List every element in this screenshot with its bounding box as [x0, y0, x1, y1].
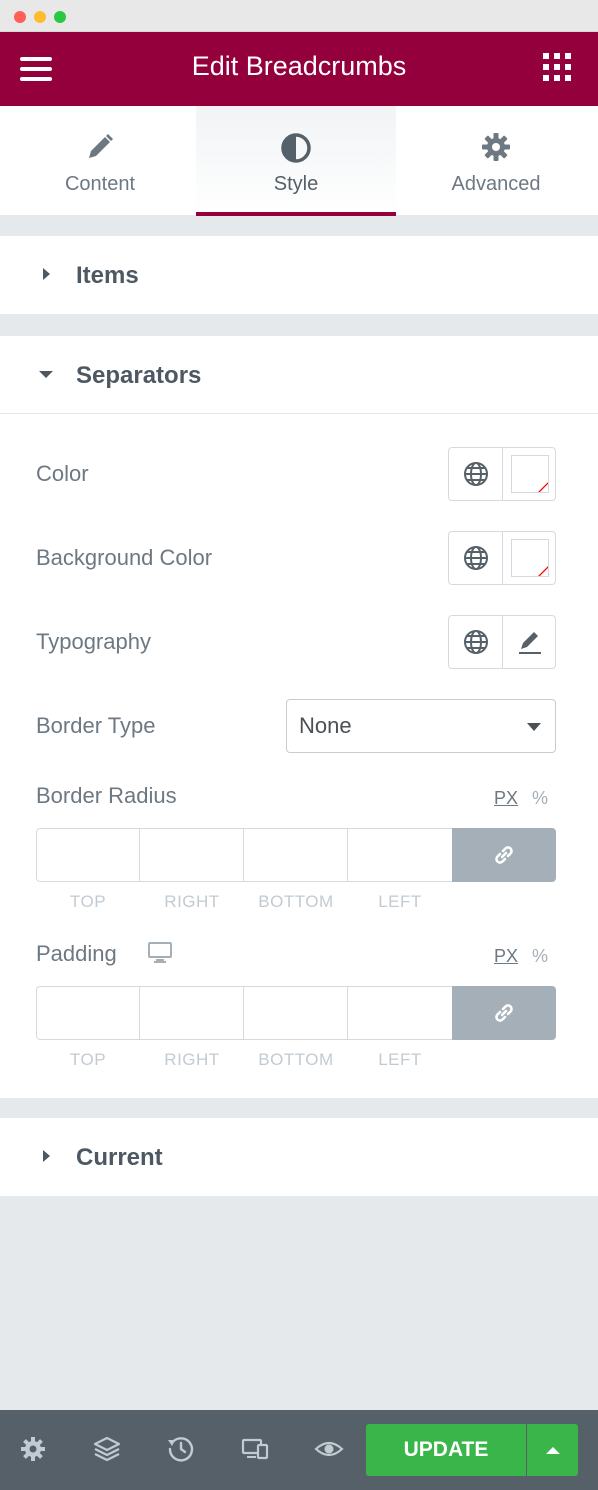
update-button-label: UPDATE — [403, 1438, 489, 1461]
section-items: Items — [0, 236, 598, 314]
padding-bottom-input[interactable] — [243, 986, 348, 1040]
grid-icon[interactable] — [543, 53, 571, 81]
tab-advanced[interactable]: Advanced — [396, 106, 596, 216]
section-current-header[interactable]: Current — [0, 1118, 598, 1196]
section-current: Current — [0, 1118, 598, 1196]
background-color-global-button[interactable] — [449, 532, 503, 584]
border-radius-units: PX % — [494, 787, 554, 809]
empty-color-swatch — [511, 455, 549, 493]
update-options-button[interactable] — [527, 1424, 578, 1476]
typography-label: Typography — [36, 629, 151, 654]
border-type-value: None — [299, 713, 352, 738]
pencil-icon — [519, 632, 541, 654]
link-icon — [495, 1004, 513, 1022]
section-separators-title: Separators — [76, 362, 202, 389]
padding-left-input[interactable] — [347, 986, 453, 1040]
padding-right-label: RIGHT — [164, 1050, 220, 1069]
tab-style[interactable]: Style — [196, 106, 396, 216]
contrast-icon — [196, 132, 396, 164]
panel-header: Edit Breadcrumbs — [0, 32, 598, 106]
border-radius-inputs — [36, 828, 556, 882]
typography-edit-button[interactable] — [503, 616, 557, 668]
typography-global-button[interactable] — [449, 616, 503, 668]
padding-units: PX % — [494, 945, 554, 967]
border-type-select[interactable]: None — [286, 699, 556, 753]
color-label: Color — [36, 461, 89, 486]
panel-footer: UPDATE — [0, 1410, 598, 1490]
padding-left-label: LEFT — [378, 1050, 422, 1069]
border-type-label: Border Type — [36, 713, 156, 738]
padding-label: Padding — [36, 941, 117, 966]
caret-right-icon — [43, 1150, 50, 1162]
minimize-window-button[interactable] — [34, 11, 46, 23]
desktop-icon[interactable] — [148, 942, 172, 964]
globe-icon — [464, 630, 488, 654]
padding-right-input[interactable] — [139, 986, 244, 1040]
unit-percent[interactable]: % — [532, 787, 548, 809]
padding-inputs — [36, 986, 556, 1040]
color-global-button[interactable] — [449, 448, 503, 500]
chevron-down-icon — [527, 723, 541, 731]
section-separators-header[interactable]: Separators — [0, 336, 598, 414]
responsive-icon[interactable] — [240, 1434, 270, 1464]
globe-icon — [464, 462, 488, 486]
typography-control — [448, 615, 556, 669]
caret-up-icon — [546, 1447, 560, 1454]
border-radius-left-label: LEFT — [378, 892, 422, 911]
eye-icon[interactable] — [314, 1434, 344, 1464]
caret-right-icon — [43, 268, 50, 280]
border-radius-left-input[interactable] — [347, 828, 453, 882]
panel-title: Edit Breadcrumbs — [191, 51, 407, 81]
color-control — [448, 447, 556, 501]
border-radius-link-button[interactable] — [452, 828, 556, 882]
caret-down-icon — [39, 371, 53, 378]
section-separators: Separators Color Background Color Typogr… — [0, 336, 598, 1098]
tab-advanced-label: Advanced — [451, 173, 541, 195]
history-icon[interactable] — [166, 1434, 196, 1464]
padding-top-label: TOP — [69, 1050, 107, 1069]
link-icon — [495, 846, 513, 864]
border-radius-right-label: RIGHT — [164, 892, 220, 911]
settings-icon[interactable] — [18, 1434, 48, 1464]
gear-icon — [396, 132, 596, 164]
border-radius-bottom-input[interactable] — [243, 828, 348, 882]
empty-color-swatch — [511, 539, 549, 577]
section-items-header[interactable]: Items — [0, 236, 598, 314]
border-radius-right-input[interactable] — [139, 828, 244, 882]
unit-px[interactable]: PX — [494, 787, 518, 809]
border-radius-bottom-label: BOTTOM — [258, 892, 334, 911]
maximize-window-button[interactable] — [54, 11, 66, 23]
padding-bottom-label: BOTTOM — [258, 1050, 334, 1069]
padding-link-button[interactable] — [452, 986, 556, 1040]
section-items-title: Items — [76, 262, 139, 289]
layers-icon[interactable] — [92, 1434, 122, 1464]
background-color-picker-button[interactable] — [503, 532, 557, 584]
window-titlebar — [0, 0, 598, 32]
color-picker-button[interactable] — [503, 448, 557, 500]
tab-content[interactable]: Content — [0, 106, 200, 216]
close-window-button[interactable] — [14, 11, 26, 23]
update-button[interactable]: UPDATE — [366, 1424, 526, 1476]
tab-style-label: Style — [273, 173, 319, 195]
background-color-control — [448, 531, 556, 585]
border-radius-label: Border Radius — [36, 783, 177, 808]
tab-content-label: Content — [64, 173, 136, 195]
panel-tabs: Content Style Advanced — [0, 106, 598, 216]
unit-px[interactable]: PX — [494, 945, 518, 967]
border-radius-top-input[interactable] — [36, 828, 140, 882]
padding-top-input[interactable] — [36, 986, 140, 1040]
unit-percent[interactable]: % — [532, 945, 548, 967]
border-radius-top-label: TOP — [69, 892, 107, 911]
section-current-title: Current — [76, 1144, 163, 1171]
background-color-label: Background Color — [36, 545, 213, 570]
globe-icon — [464, 546, 488, 570]
pencil-icon — [0, 132, 200, 164]
